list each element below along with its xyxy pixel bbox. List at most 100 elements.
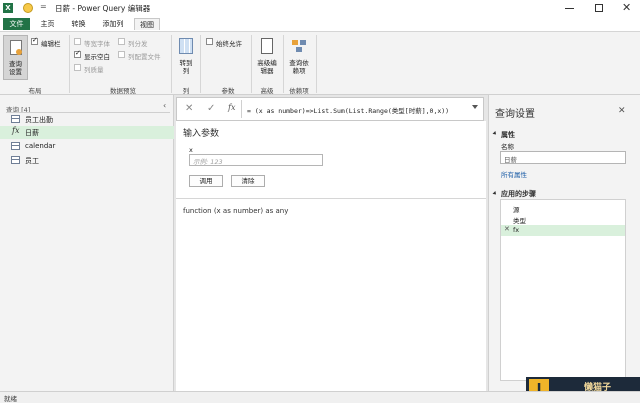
query-item-label: 员工 (25, 157, 39, 165)
properties-expand-icon[interactable] (492, 131, 498, 136)
query-item-employee[interactable]: 员工 (0, 154, 174, 167)
goto-column-label: 转到列 (179, 59, 193, 75)
ribbon-separator (200, 35, 201, 93)
clear-button[interactable]: 清除 (231, 175, 265, 187)
goto-column-icon (179, 38, 193, 54)
group-data-preview-label: 数据预览 (110, 87, 136, 95)
delete-step-icon[interactable]: ✕ (504, 225, 510, 233)
goto-column-button[interactable]: 转到列 (175, 35, 197, 80)
query-name-input[interactable]: 日薪 (500, 151, 626, 164)
group-column-label: 列 (182, 87, 190, 95)
query-item-daily-wage[interactable]: fx 日薪 (0, 126, 174, 139)
step-item-fx[interactable]: ✕ fx (501, 225, 625, 236)
query-item-attendance[interactable]: 员工出勤 (0, 113, 174, 126)
monospace-label: 等宽字体 (84, 40, 110, 48)
step-label: 类型 (513, 217, 526, 225)
column-quality-label: 列质量 (84, 66, 104, 74)
step-label: 源 (513, 206, 520, 214)
tab-file[interactable]: 文件 (3, 18, 30, 30)
formula-divider (241, 100, 242, 118)
all-properties-link[interactable]: 所有属性 (501, 169, 527, 179)
tab-add-column[interactable]: 添加列 (97, 18, 129, 30)
ribbon: 查询设置 编辑栏 布局 等宽字体 显示空白 列质量 列分发 列配置文件 数据预览… (0, 31, 640, 95)
column-profile-label: 列配置文件 (128, 53, 161, 61)
invoke-function-pane: 输入参数 x 示例: 123 调用 清除 function (x as numb… (176, 121, 486, 391)
steps-expand-icon[interactable] (492, 191, 498, 196)
show-whitespace-checkbox[interactable] (74, 49, 81, 58)
window-title: 日薪 - Power Query 编辑器 (55, 4, 151, 13)
function-signature: function (x as number) as any (183, 207, 289, 215)
param-x-input[interactable]: 示例: 123 (189, 154, 323, 166)
ribbon-separator (283, 35, 284, 93)
invoke-divider (176, 198, 486, 199)
invoke-button[interactable]: 调用 (189, 175, 223, 187)
minimize-icon[interactable] (565, 8, 574, 9)
param-x-placeholder: 示例: 123 (193, 158, 223, 166)
enter-parameters-title: 输入参数 (183, 129, 220, 139)
step-item-source[interactable]: 源 (501, 203, 625, 214)
query-settings-panel: 查询设置 ✕ 属性 名称 日薪 所有属性 应用的步骤 源 类型 ✕ fx (488, 95, 640, 391)
applied-steps-list: 源 类型 ✕ fx (500, 199, 626, 381)
fx-icon[interactable]: fx (228, 103, 235, 112)
column-quality-checkbox[interactable] (74, 64, 81, 71)
tab-transform[interactable]: 转换 (66, 18, 91, 30)
advanced-editor-label: 高级编 辑器 (257, 59, 277, 75)
queries-panel: 查询 [4] ‹ 员工出勤 fx 日薪 calendar 员工 (0, 95, 174, 391)
name-label: 名称 (501, 143, 514, 151)
query-item-label: calendar (25, 142, 56, 150)
formula-bar-checkbox[interactable] (31, 36, 38, 45)
always-allow-label: 始终允许 (216, 40, 242, 48)
step-label: fx (513, 226, 520, 234)
query-dependencies-button[interactable]: 查询依 赖项 (286, 35, 312, 80)
function-icon: fx (12, 126, 20, 135)
ribbon-separator (251, 35, 252, 93)
query-item-label: 员工出勤 (25, 116, 53, 124)
advanced-editor-button[interactable]: 高级编 辑器 (254, 35, 280, 80)
column-distribution-label: 列分发 (128, 40, 148, 48)
group-layout-label: 布局 (28, 87, 42, 95)
table-icon (11, 142, 20, 150)
query-dependencies-icon (292, 40, 306, 52)
query-settings-button[interactable]: 查询 设置 (3, 35, 28, 80)
excel-logo-icon: X (3, 3, 13, 13)
column-profile-checkbox[interactable] (118, 51, 125, 58)
formula-bar-label: 编辑栏 (41, 40, 61, 48)
title-bar: X = 日薪 - Power Query 编辑器 ✕ (0, 0, 640, 17)
group-parameters-label: 参数 (221, 87, 235, 95)
status-text: 就绪 (4, 395, 17, 403)
table-icon (11, 115, 20, 123)
query-settings-label: 查询 设置 (9, 60, 22, 76)
commit-formula-icon[interactable]: ✓ (207, 103, 215, 114)
table-icon (11, 156, 20, 164)
always-allow-checkbox[interactable] (206, 38, 213, 45)
ribbon-separator (69, 35, 70, 93)
query-name-value: 日薪 (504, 156, 517, 164)
advanced-editor-icon (261, 38, 273, 54)
close-icon[interactable]: ✕ (622, 1, 631, 14)
tab-view[interactable]: 视图 (134, 18, 160, 30)
ribbon-tabs: 文件 主页 转换 添加列 视图 (0, 17, 640, 31)
applied-steps-header: 应用的步骤 (501, 190, 536, 198)
query-item-label: 日薪 (25, 129, 39, 137)
collapse-panel-icon[interactable]: ‹ (163, 101, 166, 110)
properties-header: 属性 (501, 131, 515, 139)
smiley-feedback-icon[interactable] (23, 3, 33, 13)
group-dependencies-label: 依赖项 (289, 87, 309, 95)
ribbon-separator (171, 35, 172, 93)
query-item-calendar[interactable]: calendar (0, 140, 174, 153)
expand-formula-icon[interactable] (472, 105, 478, 109)
tab-home[interactable]: 主页 (35, 18, 60, 30)
query-settings-icon (10, 40, 22, 55)
maximize-icon[interactable] (595, 4, 603, 12)
formula-input[interactable]: = (x as number)=>List.Sum(List.Range(类型[… (247, 105, 449, 115)
formula-bar: ✕ ✓ fx = (x as number)=>List.Sum(List.Ra… (176, 97, 484, 121)
close-settings-icon[interactable]: ✕ (618, 106, 626, 116)
qat-dropdown-icon[interactable]: = (40, 2, 47, 11)
query-dependencies-label: 查询依 赖项 (289, 59, 309, 75)
group-advanced-label: 高级 (260, 87, 274, 95)
step-item-type[interactable]: 类型 (501, 214, 625, 225)
status-bar: 就绪 (0, 391, 640, 403)
monospace-checkbox[interactable] (74, 38, 81, 45)
cancel-formula-icon[interactable]: ✕ (185, 103, 193, 114)
column-distribution-checkbox[interactable] (118, 38, 125, 45)
